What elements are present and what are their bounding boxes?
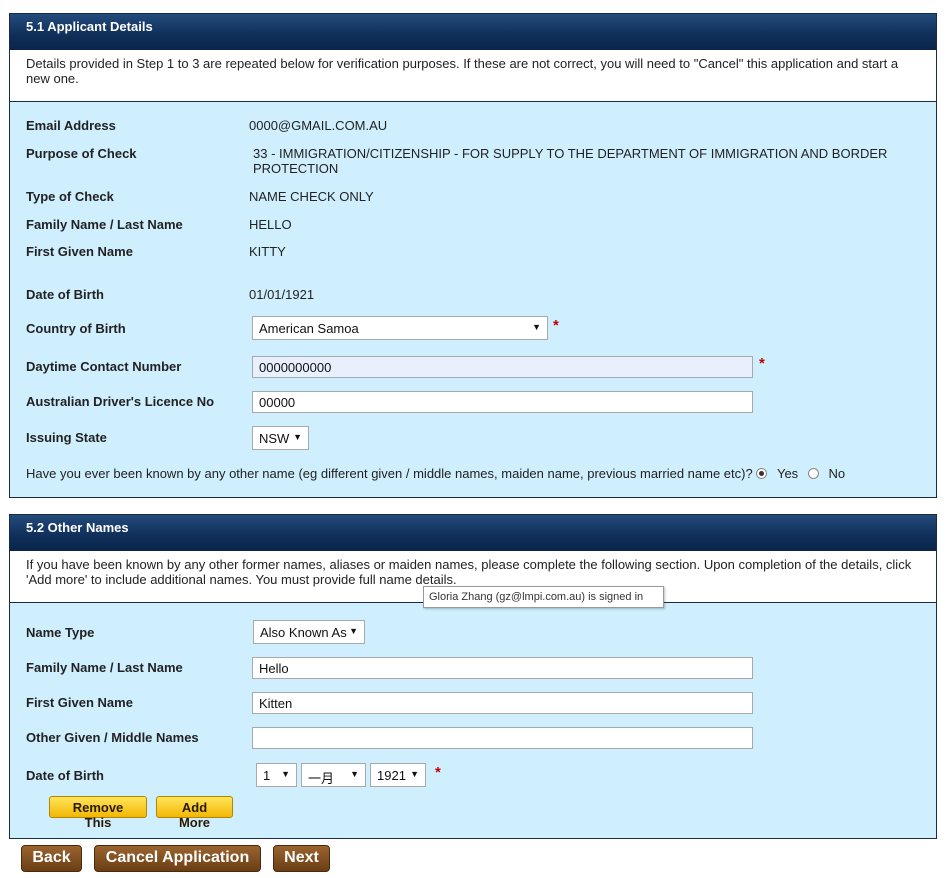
country-label: Country of Birth <box>26 321 126 336</box>
yes-radio-label: Yes <box>776 466 799 481</box>
other-family-name-input[interactable]: Hello <box>252 657 753 679</box>
other-middle-names-input[interactable] <box>252 727 753 749</box>
name-type-select[interactable]: Also Known As ▼ <box>253 620 365 644</box>
dob-year-value: 1921 <box>377 768 406 783</box>
given-name-value: KITTY <box>249 244 286 259</box>
dob-value: 01/01/1921 <box>249 287 315 302</box>
country-select-value: American Samoa <box>259 321 359 336</box>
other-middle-names-label: Other Given / Middle Names <box>26 730 199 745</box>
phone-label: Daytime Contact Number <box>26 359 182 374</box>
required-marker: * <box>553 317 559 334</box>
next-button[interactable]: Next <box>273 845 330 872</box>
other-names-body: Name Type Also Known As ▼ Family Name / … <box>10 603 936 838</box>
remove-this-button[interactable]: Remove This <box>49 796 147 830</box>
dob-day-select[interactable]: 1 ▼ <box>256 763 297 787</box>
name-type-label: Name Type <box>26 625 95 640</box>
other-given-name-input[interactable]: Kitten <box>252 692 753 714</box>
chevron-down-icon: ▼ <box>532 322 541 332</box>
back-button[interactable]: Back <box>21 845 82 872</box>
dob-day-value: 1 <box>263 768 271 783</box>
signed-in-tooltip: Gloria Zhang (gz@lmpi.com.au) is signed … <box>423 586 664 608</box>
licence-label: Australian Driver's Licence No <box>26 394 215 409</box>
no-radio[interactable] <box>807 468 819 479</box>
state-select[interactable]: NSW ▼ <box>252 426 309 450</box>
state-label: Issuing State <box>26 430 107 445</box>
purpose-label: Purpose of Check <box>26 146 137 161</box>
yes-radio[interactable] <box>756 468 768 479</box>
other-names-section: 5.2 Other Names If you have been known b… <box>9 514 937 839</box>
applicant-details-intro: Details provided in Step 1 to 3 are repe… <box>10 50 936 102</box>
email-label: Email Address <box>26 118 116 133</box>
add-more-button[interactable]: Add More <box>156 796 233 830</box>
other-names-intro-line1: If you have been known by any other form… <box>26 557 912 572</box>
other-given-name-label: First Given Name <box>26 695 133 710</box>
purpose-value-line1: 33 - IMMIGRATION/CITIZENSHIP - FOR SUPPL… <box>253 146 888 161</box>
applicant-details-body: Email Address 0000@GMAIL.COM.AU Purpose … <box>10 102 936 497</box>
phone-input[interactable]: 0000000000 <box>252 356 753 378</box>
other-names-header: 5.2 Other Names <box>10 515 936 551</box>
email-value: 0000@GMAIL.COM.AU <box>249 118 388 133</box>
other-name-question: Have you ever been known by any other na… <box>26 466 753 481</box>
type-label: Type of Check <box>26 189 114 204</box>
cancel-application-button[interactable]: Cancel Application <box>94 845 261 872</box>
family-name-label: Family Name / Last Name <box>26 217 183 232</box>
name-type-select-value: Also Known As <box>260 625 347 640</box>
licence-input[interactable]: 00000 <box>252 391 753 413</box>
no-radio-label: No <box>828 466 846 481</box>
chevron-down-icon: ▼ <box>349 626 358 636</box>
type-value: NAME CHECK ONLY <box>249 189 374 204</box>
other-name-question-row: Have you ever been known by any other na… <box>26 466 845 481</box>
other-names-intro-line2: 'Add more' to include additional names. … <box>26 572 457 587</box>
state-select-value: NSW <box>259 431 290 446</box>
chevron-down-icon: ▼ <box>350 769 359 779</box>
other-family-name-label: Family Name / Last Name <box>26 660 183 675</box>
dob-label: Date of Birth <box>26 287 104 302</box>
chevron-down-icon: ▼ <box>410 769 419 779</box>
family-name-value: HELLO <box>249 217 292 232</box>
required-marker: * <box>435 764 441 781</box>
applicant-details-header: 5.1 Applicant Details <box>10 14 936 50</box>
dob-year-select[interactable]: 1921 ▼ <box>370 763 426 787</box>
dob-month-select[interactable]: 一月 ▼ <box>301 763 366 787</box>
other-dob-label: Date of Birth <box>26 768 104 783</box>
given-name-label: First Given Name <box>26 244 133 259</box>
dob-month-value: 一月 <box>308 771 335 786</box>
applicant-details-section: 5.1 Applicant Details Details provided i… <box>9 13 937 498</box>
country-select[interactable]: American Samoa ▼ <box>252 316 548 340</box>
chevron-down-icon: ▼ <box>281 769 290 779</box>
chevron-down-icon: ▼ <box>293 432 302 442</box>
required-marker: * <box>759 355 765 372</box>
purpose-value-line2: PROTECTION <box>253 161 339 176</box>
